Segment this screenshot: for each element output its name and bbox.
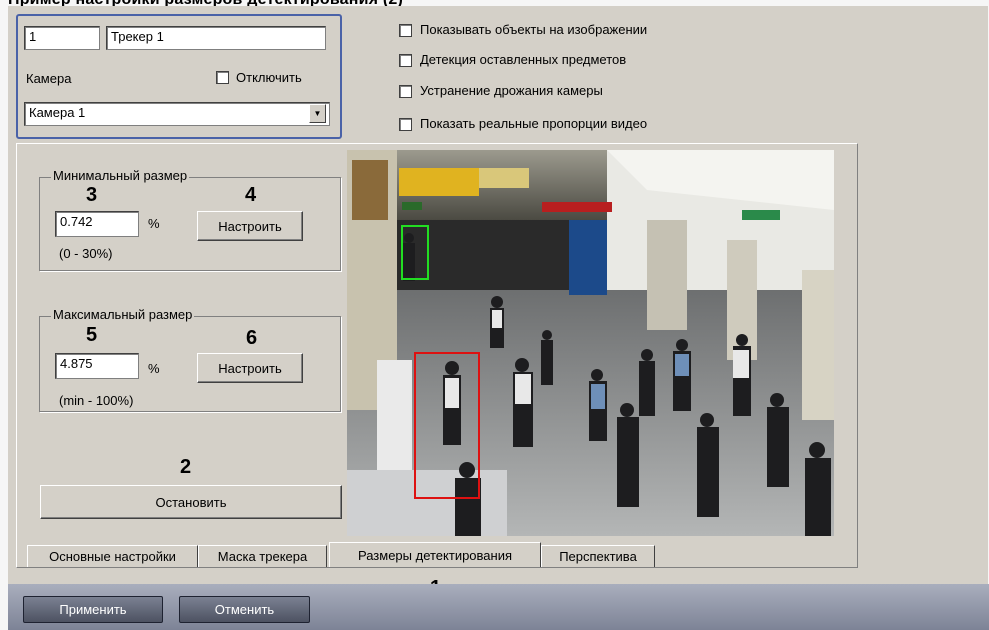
option-proportions-label: Показать реальные пропорции видео — [420, 116, 648, 131]
min-size-setup-button[interactable]: Настроить — [197, 211, 303, 241]
chevron-down-icon[interactable]: ▼ — [309, 104, 326, 123]
tab-main-settings[interactable]: Основные настройки — [27, 545, 198, 567]
camera-select-value: Камера 1 — [29, 105, 86, 120]
max-size-range: (min - 100%) — [59, 393, 134, 408]
max-size-unit: % — [148, 361, 160, 376]
option-abandoned-checkbox[interactable] — [399, 54, 412, 67]
tab-tracker-mask[interactable]: Маска трекера — [198, 545, 327, 567]
marker-2: 2 — [180, 456, 192, 478]
marker-5: 5 — [86, 324, 98, 346]
option-show-objects-checkbox[interactable] — [399, 24, 412, 37]
option-abandoned-label: Детекция оставленных предметов — [420, 52, 627, 67]
min-size-input[interactable]: 0.742 — [55, 211, 139, 237]
stop-button[interactable]: Остановить — [40, 485, 342, 519]
tab-detection-sizes[interactable]: Размеры детектирования — [329, 542, 541, 567]
max-size-setup-button[interactable]: Настроить — [197, 353, 303, 383]
marker-6: 6 — [246, 327, 258, 349]
min-size-legend: Минимальный размер — [51, 168, 190, 183]
cancel-button[interactable]: Отменить — [179, 596, 310, 623]
marker-4: 4 — [245, 184, 257, 206]
option-proportions-checkbox[interactable] — [399, 118, 412, 131]
min-size-unit: % — [148, 216, 160, 231]
apply-button[interactable]: Применить — [23, 596, 163, 623]
option-stabilization-checkbox[interactable] — [399, 85, 412, 98]
tab-perspective[interactable]: Перспектива — [541, 545, 655, 567]
video-preview — [347, 150, 834, 536]
option-stabilization-label: Устранение дрожания камеры — [420, 83, 603, 98]
marker-3: 3 — [86, 184, 98, 206]
min-size-range: (0 - 30%) — [59, 246, 113, 261]
disable-label: Отключить — [236, 70, 302, 85]
camera-label: Камера — [26, 71, 72, 86]
option-show-objects-label: Показывать объекты на изображении — [420, 22, 648, 37]
camera-scene-image — [347, 150, 834, 536]
camera-select[interactable]: Камера 1 — [24, 102, 330, 126]
max-size-input[interactable]: 4.875 — [55, 353, 139, 379]
tracker-number-field[interactable]: 1 — [24, 26, 100, 50]
max-size-legend: Максимальный размер — [51, 307, 195, 322]
tracker-name-field[interactable]: Трекер 1 — [106, 26, 326, 50]
disable-checkbox[interactable] — [216, 71, 229, 84]
